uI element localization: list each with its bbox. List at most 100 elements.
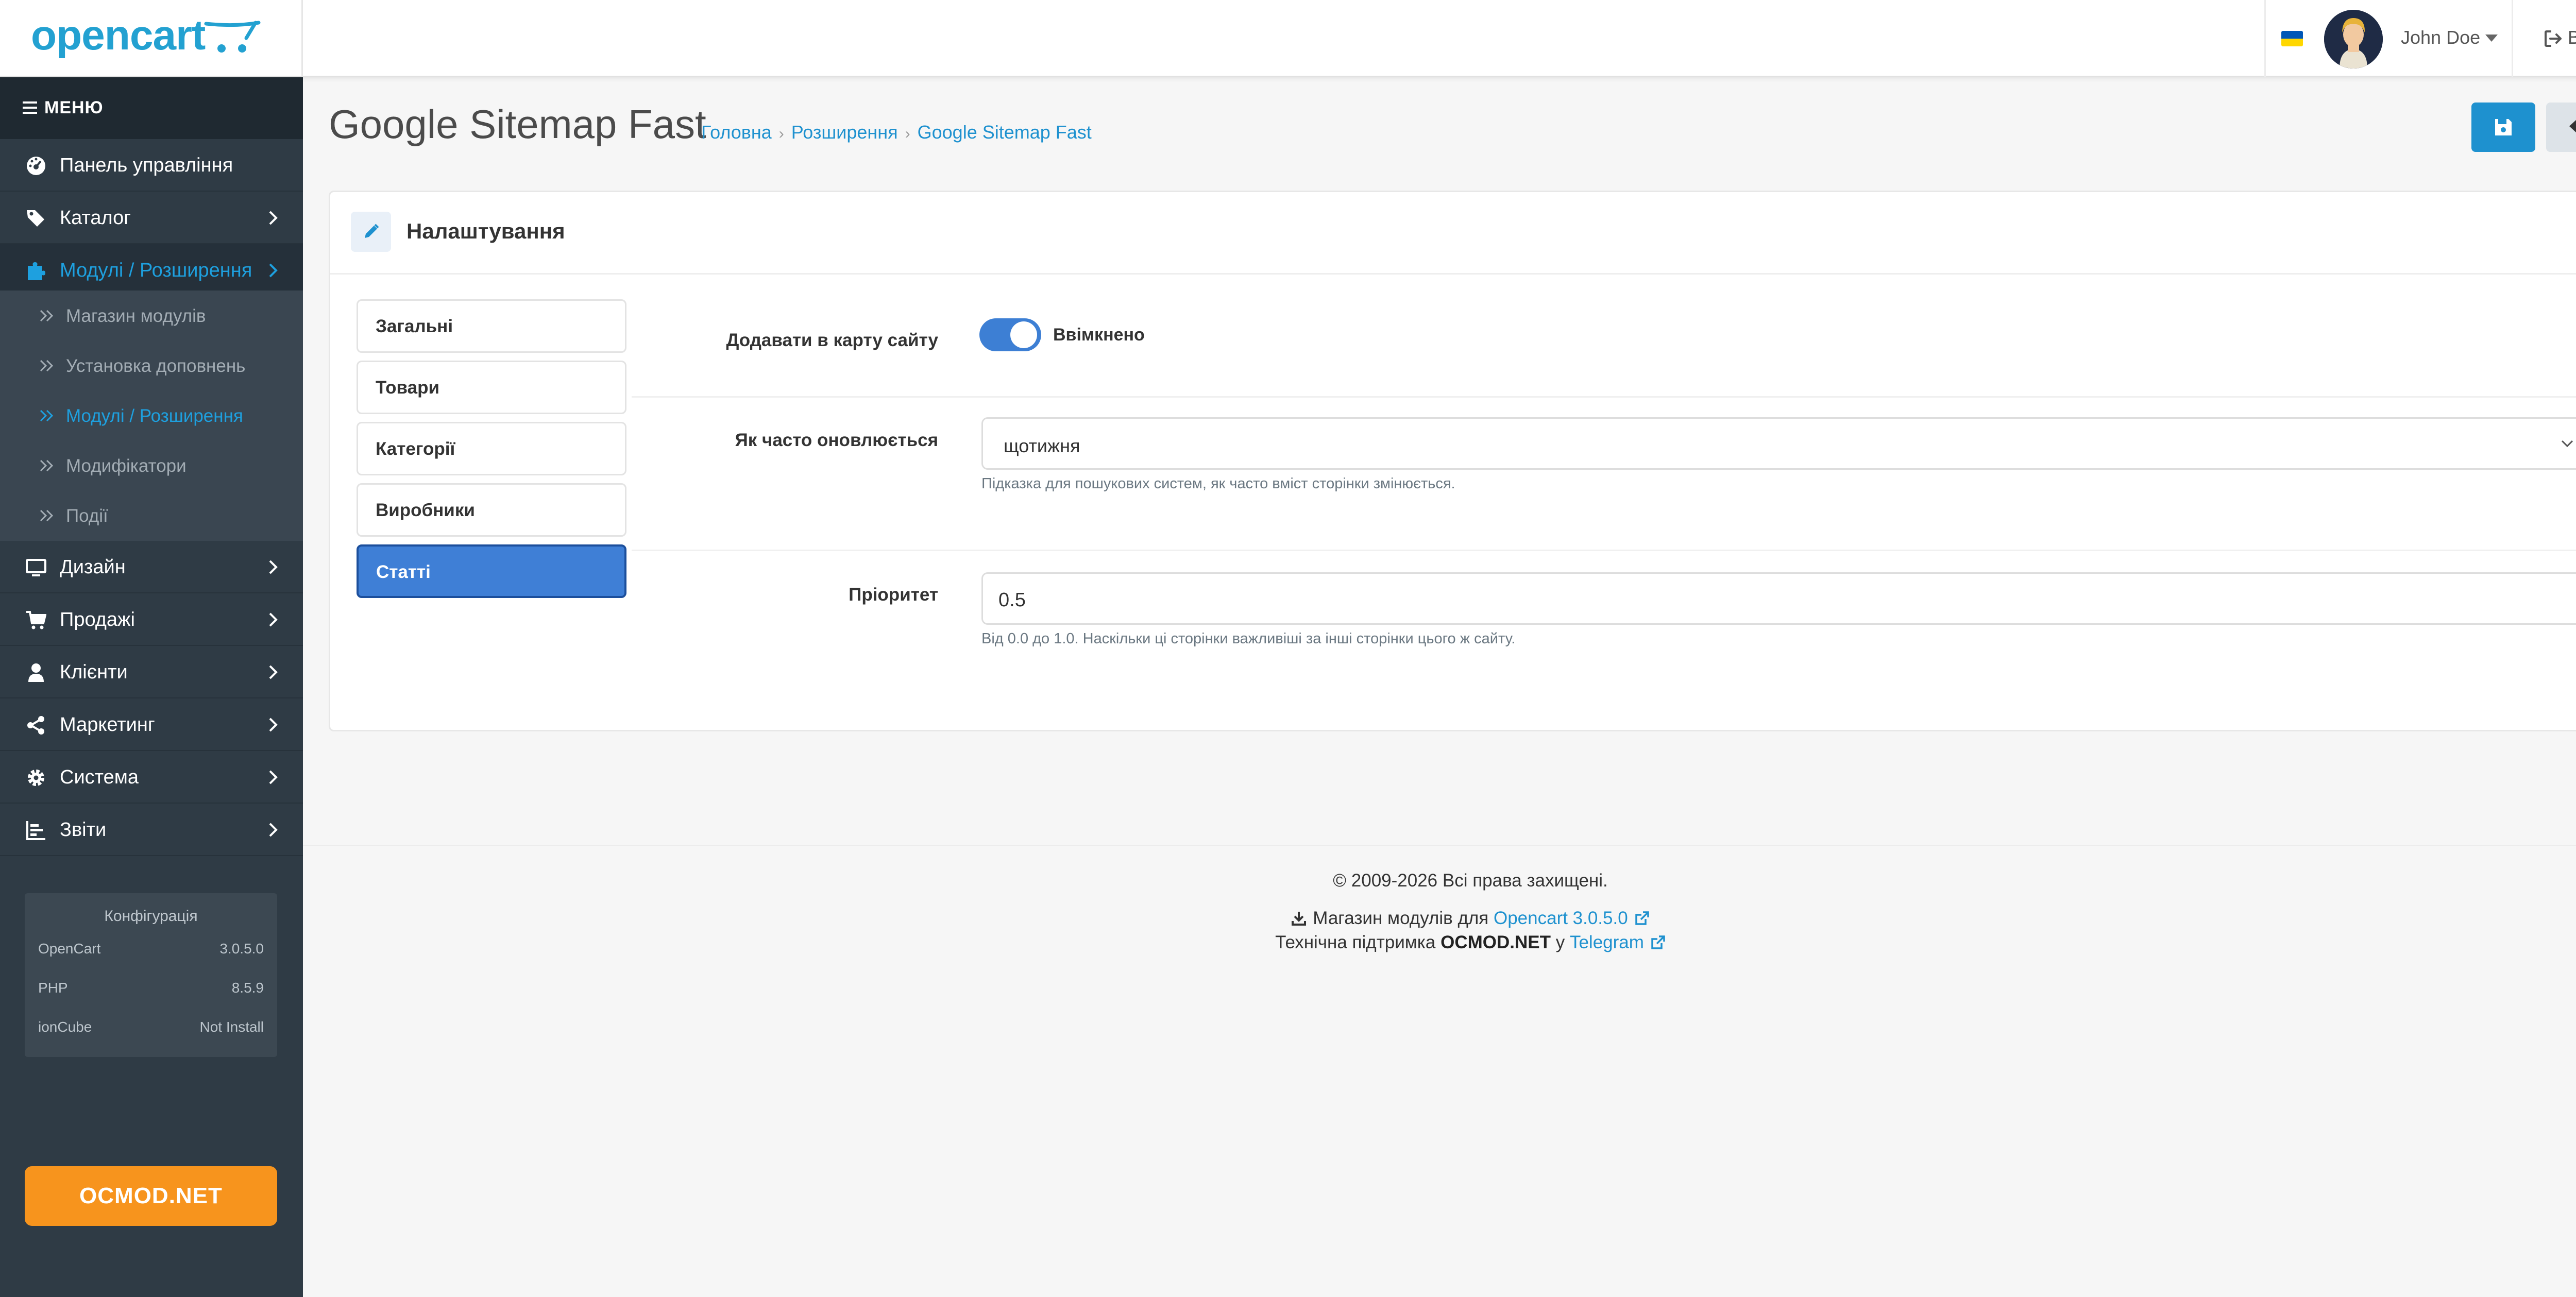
tab-products[interactable]: Товари [357, 361, 626, 414]
sidebar-item-system[interactable]: Система [0, 751, 303, 804]
gear-icon [28, 770, 44, 786]
chevron-right-icon [269, 560, 278, 574]
sidebar-item-reports[interactable]: Звіти [0, 804, 303, 856]
reply-icon [2569, 120, 2576, 132]
avatar [2324, 10, 2383, 69]
double-chevron-icon [40, 459, 54, 472]
add-to-sitemap-toggle[interactable] [979, 318, 1041, 351]
pencil-icon [351, 212, 391, 252]
chevron-right-icon [269, 211, 278, 225]
tab-label: Статті [376, 562, 431, 582]
monitor-icon [26, 559, 46, 576]
config-value: Not Install [199, 1019, 264, 1035]
tab-label: Товари [376, 378, 439, 398]
double-chevron-icon [40, 409, 54, 422]
form-divider [632, 550, 2576, 551]
config-row-opencart: OpenCart 3.0.5.0 [38, 941, 264, 961]
menu-label: МЕНЮ [44, 98, 104, 117]
submenu-item-modifications[interactable]: Модифікатори [0, 440, 303, 490]
sign-out-icon [2545, 30, 2562, 47]
config-title: Конфігурація [104, 908, 198, 925]
changefreq-label: Як часто оновлюється [735, 430, 938, 450]
config-key: OpenCart [38, 941, 101, 957]
chevron-right-icon [269, 665, 278, 679]
menu-toggle[interactable]: МЕНЮ [0, 77, 303, 139]
language-selector[interactable] [2264, 0, 2316, 77]
sidebar-item-dashboard[interactable]: Панель управління [0, 139, 303, 192]
priority-help: Від 0.0 до 1.0. Наскільки ці сторінки ва… [981, 630, 1516, 647]
tags-icon [27, 210, 44, 227]
sidebar-item-marketing[interactable]: Маркетинг [0, 698, 303, 751]
telegram-link[interactable]: Telegram [1570, 932, 1644, 952]
submenu-label: Магазин модулів [66, 306, 206, 326]
changefreq-selected-value: щотижня [1004, 435, 1080, 456]
sidebar-item-label: Продажі [60, 609, 135, 630]
submenu-item-extensions[interactable]: Модулі / Розширення [0, 390, 303, 440]
sidebar-item-customers[interactable]: Клієнти [0, 646, 303, 698]
sidebar-item-extensions[interactable]: Модулі / Розширення [0, 244, 303, 297]
download-icon [1292, 912, 1307, 926]
footer-store-line: Магазин модулів для Opencart 3.0.5.0 [303, 908, 2576, 929]
footer-support-connector: у [1555, 932, 1565, 952]
tab-articles[interactable]: Статті [357, 544, 626, 598]
page-title: Google Sitemap Fast [329, 101, 706, 147]
user-icon [28, 663, 44, 682]
double-chevron-icon [40, 310, 54, 322]
ocmod-button[interactable]: OCMOD.NET [25, 1166, 277, 1226]
sidebar-item-label: Звіти [60, 819, 107, 841]
breadcrumb-separator-icon: › [778, 125, 784, 142]
user-menu[interactable]: John Doe [2316, 0, 2512, 77]
bar-chart-icon [26, 821, 45, 840]
sidebar-item-label: Клієнти [60, 661, 128, 683]
breadcrumb-home[interactable]: Головна [701, 122, 772, 143]
sidebar-item-catalog[interactable]: Каталог [0, 192, 303, 244]
sidebar-item-label: Каталог [60, 207, 131, 229]
back-button[interactable] [2546, 103, 2576, 152]
priority-input[interactable]: 0.5 [981, 572, 2576, 625]
tab-label: Виробники [376, 500, 475, 520]
chevron-down-icon [2561, 440, 2573, 448]
tab-categories[interactable]: Категорії [357, 422, 626, 475]
footer-support-line: Технічна підтримка OCMOD.NET у Telegram [303, 932, 2576, 953]
submenu-label: Модифікатори [66, 456, 187, 476]
sidebar: МЕНЮ Панель управління Каталог Модулі / … [0, 77, 303, 1297]
tab-manufacturers[interactable]: Виробники [357, 483, 626, 537]
logout-button[interactable]: Вихід [2512, 0, 2576, 77]
breadcrumb: Головна › Розширення › Google Sitemap Fast [701, 122, 1092, 143]
panel-heading: Налаштування [330, 192, 2576, 275]
extensions-submenu: Магазин модулів Установка доповнень Моду… [0, 291, 303, 541]
changefreq-select[interactable]: щотижня [981, 417, 2576, 470]
config-value: 8.5.9 [231, 980, 264, 996]
breadcrumb-extensions[interactable]: Розширення [791, 122, 898, 143]
ukraine-flag-icon [2281, 31, 2303, 46]
save-button[interactable] [2471, 103, 2535, 152]
submenu-label: Установка доповнень [66, 356, 246, 376]
sidebar-item-design[interactable]: Дизайн [0, 541, 303, 593]
sidebar-item-label: Модулі / Розширення [60, 260, 252, 281]
logout-label: Вихід [2568, 27, 2576, 48]
puzzle-icon [28, 262, 45, 280]
opencart-link[interactable]: Opencart 3.0.5.0 [1494, 908, 1628, 928]
submenu-item-events[interactable]: Події [0, 490, 303, 540]
submenu-item-marketplace[interactable]: Магазин модулів [0, 291, 303, 340]
config-value: 3.0.5.0 [219, 941, 264, 957]
chevron-right-icon [269, 612, 278, 627]
submenu-item-installer[interactable]: Установка доповнень [0, 340, 303, 390]
chevron-right-icon [269, 823, 278, 837]
sidebar-item-label: Дизайн [60, 556, 126, 578]
tab-label: Загальні [376, 316, 453, 336]
config-row-php: PHP 8.5.9 [38, 980, 264, 1000]
config-info-box: Конфігурація OpenCart 3.0.5.0 PHP 8.5.9 … [25, 893, 277, 1057]
breadcrumb-current[interactable]: Google Sitemap Fast [918, 122, 1092, 143]
breadcrumb-separator-icon: › [905, 125, 910, 142]
logo[interactable]: opencart [0, 0, 303, 77]
settings-panel: Налаштування Загальні Товари Категорії В… [329, 191, 2576, 731]
bars-icon [23, 101, 37, 114]
config-key: PHP [38, 980, 68, 996]
tab-general[interactable]: Загальні [357, 299, 626, 353]
footer-store-text: Магазин модулів для [1313, 908, 1489, 928]
footer-support-text: Технічна підтримка [1275, 932, 1436, 952]
dashboard-icon [27, 157, 45, 175]
copyright: © 2009-2026 Всі права захищені. [1333, 871, 1608, 891]
sidebar-item-sales[interactable]: Продажі [0, 593, 303, 646]
